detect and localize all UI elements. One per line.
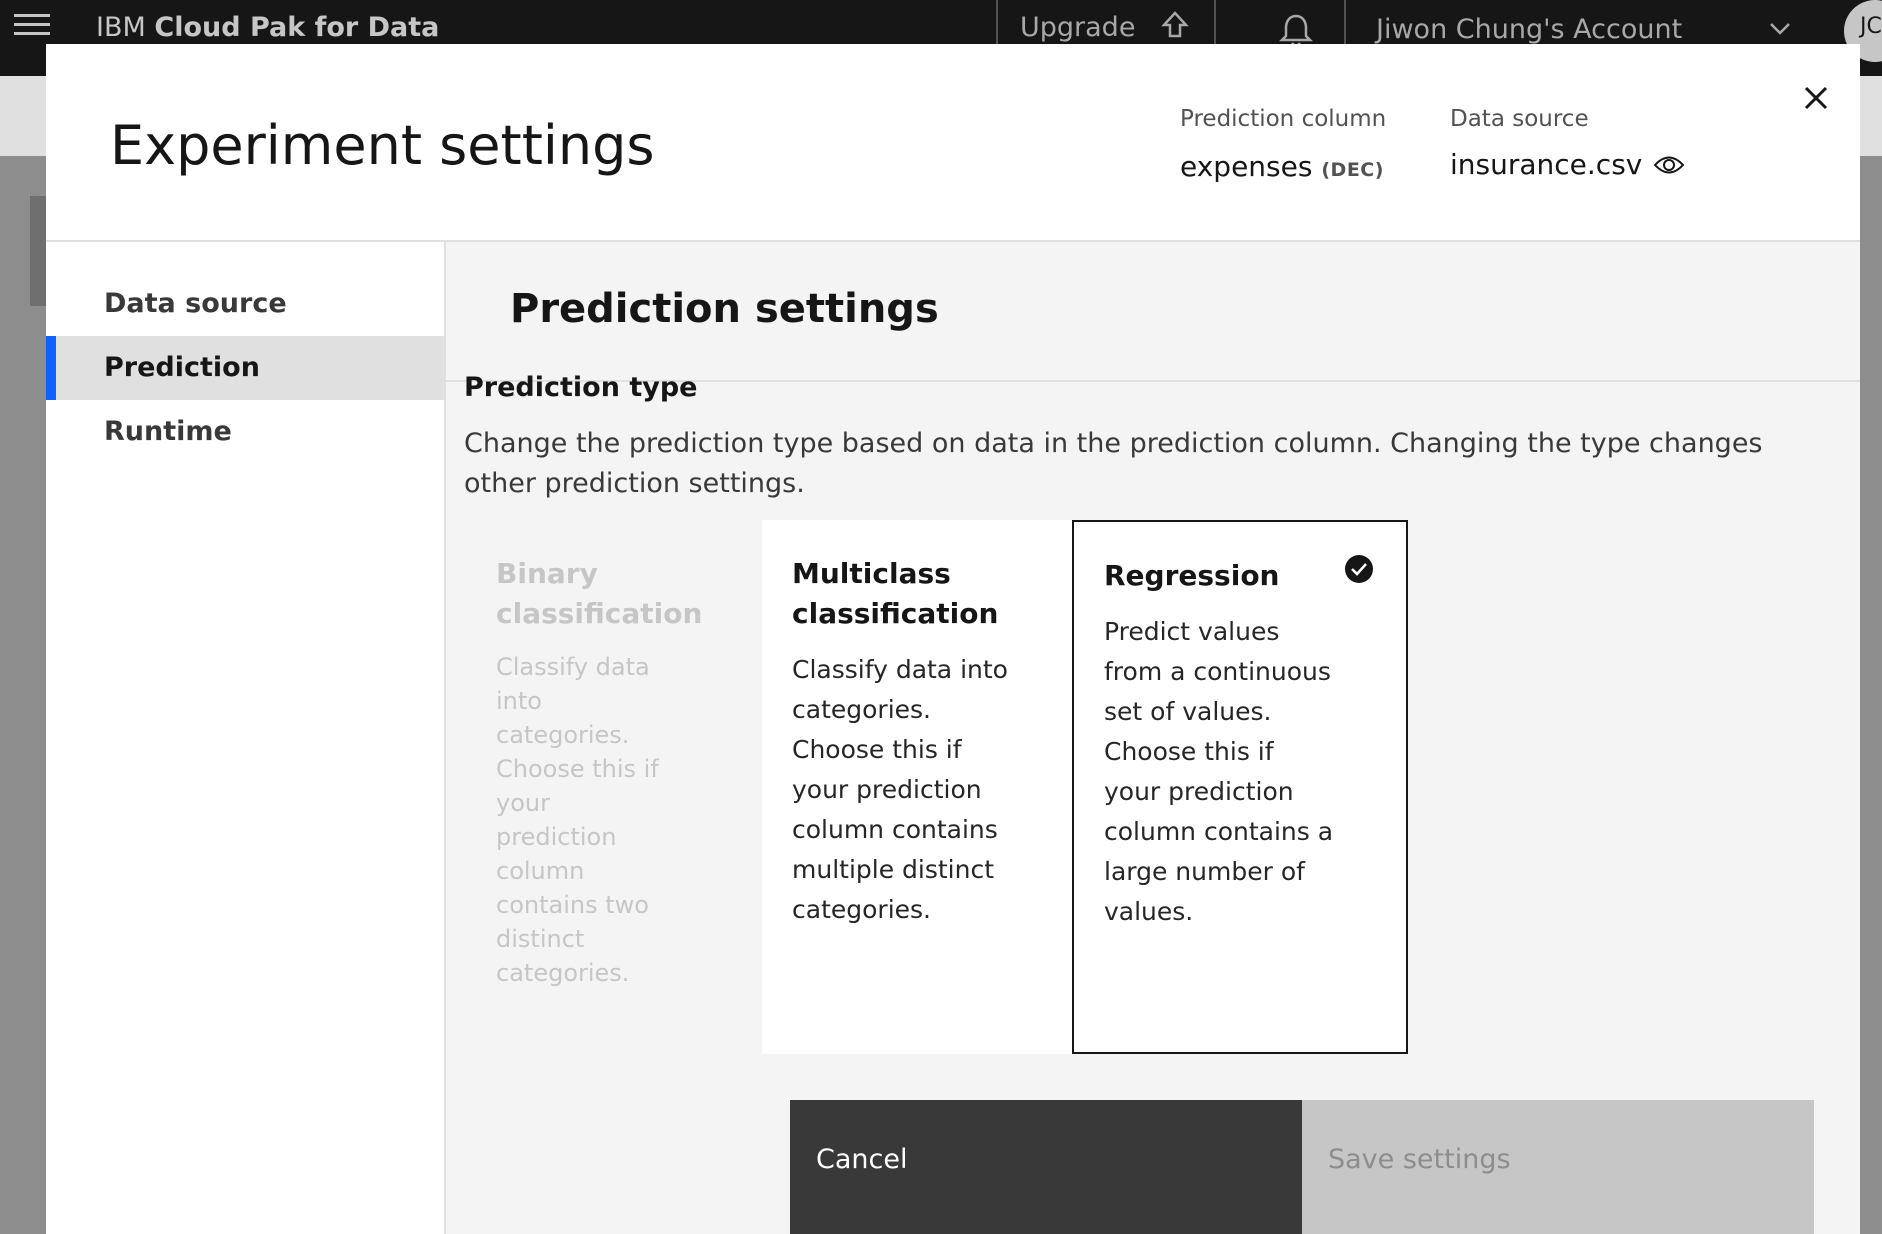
prediction-column-name: expenses <box>1180 150 1313 183</box>
sidebar-item-label: Data source <box>104 288 287 319</box>
data-source-value: insurance.csv <box>1450 148 1685 183</box>
prediction-column-value: expenses (DEC) <box>1180 150 1384 183</box>
section-title: Prediction settings <box>510 286 939 332</box>
checkmark-filled-icon <box>1344 554 1374 584</box>
tile-title: Multiclass classification <box>792 557 999 630</box>
upgrade-arrow-icon[interactable] <box>1160 10 1190 48</box>
settings-sidebar: Data source Prediction Runtime <box>46 242 446 1234</box>
modal-header: Experiment settings Prediction column ex… <box>46 44 1860 242</box>
save-settings-button[interactable]: Save settings <box>1302 1100 1814 1234</box>
hamburger-menu-icon[interactable] <box>14 14 50 42</box>
prediction-column-type: (DEC) <box>1321 159 1384 181</box>
upgrade-button[interactable]: Upgrade <box>1020 12 1135 43</box>
data-source-label: Data source <box>1450 106 1589 132</box>
account-switcher[interactable]: Jiwon Chung's Account <box>1376 14 1682 45</box>
prediction-column-label: Prediction column <box>1180 106 1387 132</box>
product-brand[interactable]: IBM Cloud Pak for Data <box>96 12 439 43</box>
sidebar-item-data-source[interactable]: Data source <box>46 272 444 336</box>
sidebar-item-prediction[interactable]: Prediction <box>46 336 444 400</box>
chevron-down-icon[interactable] <box>1768 16 1792 44</box>
close-icon[interactable] <box>1796 78 1836 118</box>
data-source-filename: insurance.csv <box>1450 148 1643 181</box>
tile-regression[interactable]: Regression Predict values from a continu… <box>1072 520 1408 1054</box>
tile-title: Binary classification <box>496 557 703 630</box>
brand-prefix: IBM <box>96 12 146 43</box>
sidebar-item-runtime[interactable]: Runtime <box>46 400 444 464</box>
sidebar-item-label: Runtime <box>104 416 232 447</box>
tile-title: Regression <box>1104 559 1280 592</box>
modal-title: Experiment settings <box>110 114 655 177</box>
tile-description: Classify data into categories. Choose th… <box>496 653 659 987</box>
prediction-type-heading: Prediction type <box>464 372 698 403</box>
tile-multiclass-classification[interactable]: Multiclass classification Classify data … <box>762 520 1072 1054</box>
tile-description: Classify data into categories. Choose th… <box>792 655 1008 924</box>
prediction-type-description: Change the prediction type based on data… <box>464 428 1763 499</box>
sidebar-item-label: Prediction <box>104 352 260 383</box>
preview-eye-icon[interactable] <box>1653 150 1685 183</box>
tile-binary-classification: Binary classification Classify data into… <box>496 520 703 1054</box>
tile-description: Predict values from a continuous set of … <box>1104 617 1334 926</box>
section-header: Prediction settings <box>446 242 1860 382</box>
cancel-button[interactable]: Cancel <box>790 1100 1302 1234</box>
brand-name: Cloud Pak for Data <box>154 12 440 43</box>
